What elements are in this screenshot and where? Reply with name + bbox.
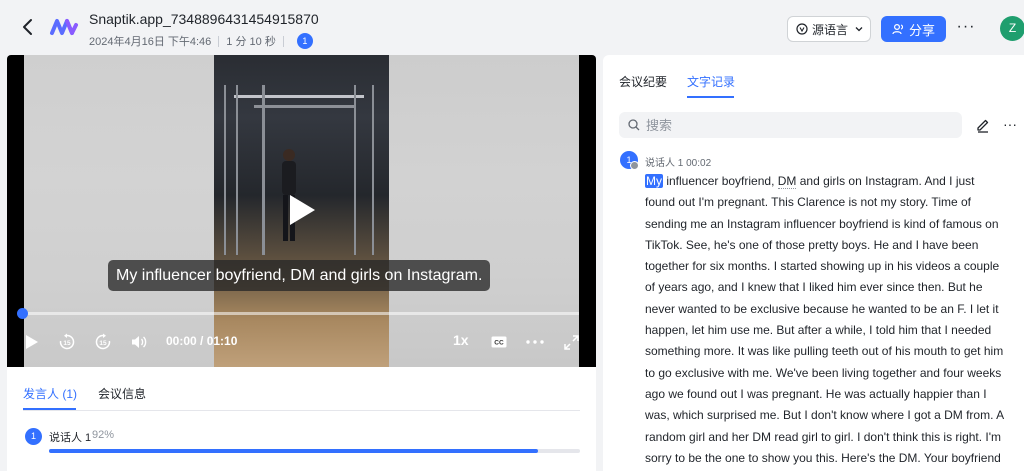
gym-rack [224, 85, 226, 255]
transcript-more-button[interactable]: ··· [1003, 116, 1021, 132]
active-tab-indicator [687, 96, 734, 98]
share-button[interactable]: 分享 [881, 16, 946, 42]
search-input[interactable] [646, 117, 946, 133]
fullscreen-button[interactable] [562, 331, 580, 353]
svg-text:15: 15 [99, 340, 107, 347]
tab-speakers[interactable]: 发言人 (1) [23, 385, 77, 402]
video-blur-background [389, 55, 579, 367]
source-language-label: 源语言 [812, 22, 849, 37]
speaker-percent: 92% [92, 429, 115, 441]
video-progress-bar[interactable] [22, 312, 579, 315]
gym-rack [354, 85, 356, 255]
gym-rack [262, 85, 265, 255]
svg-text:CC: CC [494, 340, 504, 347]
app-header: Snaptik.app_7348896431454915870 2024年4月1… [0, 0, 1024, 54]
more-options-button[interactable]: ··· [956, 18, 976, 38]
video-time: 00:00 / 01:10 [166, 334, 238, 348]
volume-icon [132, 336, 147, 348]
edit-icon[interactable] [975, 117, 991, 133]
gym-rack [236, 85, 238, 255]
speaker-badge: 1 [25, 428, 42, 445]
transcript-text: and girls on Instagram. And I just found… [645, 174, 1004, 465]
active-tab-indicator [23, 408, 76, 410]
flagged-word[interactable]: DM [777, 174, 797, 189]
transcript-timestamp[interactable]: 00:02 [686, 158, 711, 169]
app-logo-icon [50, 19, 78, 35]
gym-rack [372, 85, 374, 255]
play-icon[interactable] [287, 193, 317, 227]
ceiling-light [254, 105, 354, 108]
transcript-speaker-name[interactable]: 说话人 1 [645, 158, 683, 169]
transcript-panel: 会议纪要 文字记录 ··· 1 说话人 1 00:02 My influence… [603, 55, 1024, 471]
speaker-name[interactable]: 说话人 1 [49, 429, 91, 445]
speaker-share-bar [49, 449, 580, 453]
document-title: Snaptik.app_7348896431454915870 [89, 11, 319, 27]
tab-minutes[interactable]: 会议纪要 [619, 73, 667, 90]
video-player[interactable]: My influencer boyfriend, DM and girls on… [7, 55, 596, 367]
speaker-share-fill [49, 449, 538, 453]
tab-meeting-info[interactable]: 会议信息 [98, 385, 146, 402]
video-blur-background [24, 55, 214, 367]
user-avatar[interactable]: Z [1000, 16, 1024, 41]
play-button[interactable] [23, 331, 41, 353]
video-caption: My influencer boyfriend, DM and girls on… [108, 260, 491, 291]
ceiling-light [234, 95, 364, 98]
transcript-paragraph[interactable]: My influencer boyfriend, DM and girls on… [645, 171, 1007, 471]
translate-icon [796, 23, 808, 35]
rewind-15-icon: 15 [59, 333, 75, 350]
back-arrow-icon[interactable] [18, 16, 38, 38]
source-language-button[interactable]: 源语言 [787, 16, 871, 42]
captions-icon: CC [491, 336, 507, 348]
fullscreen-icon [563, 334, 579, 350]
document-meta: 2024年4月16日 下午4:46 1 分 10 秒 1 [89, 33, 313, 49]
more-dots-icon [526, 340, 544, 344]
svg-text:15: 15 [63, 340, 71, 347]
play-icon [26, 335, 38, 349]
tab-divider [23, 410, 580, 411]
transcript-speaker-line: 说话人 1 00:02 [645, 154, 711, 169]
rewind-15-button[interactable]: 15 [57, 331, 77, 353]
participant-count-badge[interactable]: 1 [296, 33, 313, 49]
speaker-panel: 发言人 (1) 会议信息 1 说话人 1 92% [7, 367, 596, 471]
meeting-duration: 1 分 10 秒 [226, 36, 276, 48]
volume-button[interactable] [129, 331, 149, 353]
captions-button[interactable]: CC [490, 331, 508, 353]
chevron-down-icon [855, 27, 863, 32]
meeting-date: 2024年4月16日 下午4:46 [89, 36, 212, 48]
tab-transcript[interactable]: 文字记录 [687, 73, 735, 90]
edit-speaker-icon[interactable] [630, 161, 639, 170]
current-word-highlight[interactable]: My [645, 174, 663, 188]
playback-speed-button[interactable]: 1x [453, 332, 469, 348]
video-more-button[interactable] [525, 331, 545, 353]
transcript-search[interactable] [619, 112, 962, 138]
search-icon [628, 119, 640, 131]
transcript-text: influencer boyfriend, [663, 174, 778, 188]
meta-divider [218, 35, 220, 47]
forward-15-button[interactable]: 15 [93, 331, 113, 353]
video-progress-knob[interactable] [17, 308, 28, 319]
users-icon [892, 23, 904, 35]
meta-divider [282, 35, 284, 47]
forward-15-icon: 15 [95, 333, 111, 350]
share-label: 分享 [908, 22, 935, 38]
